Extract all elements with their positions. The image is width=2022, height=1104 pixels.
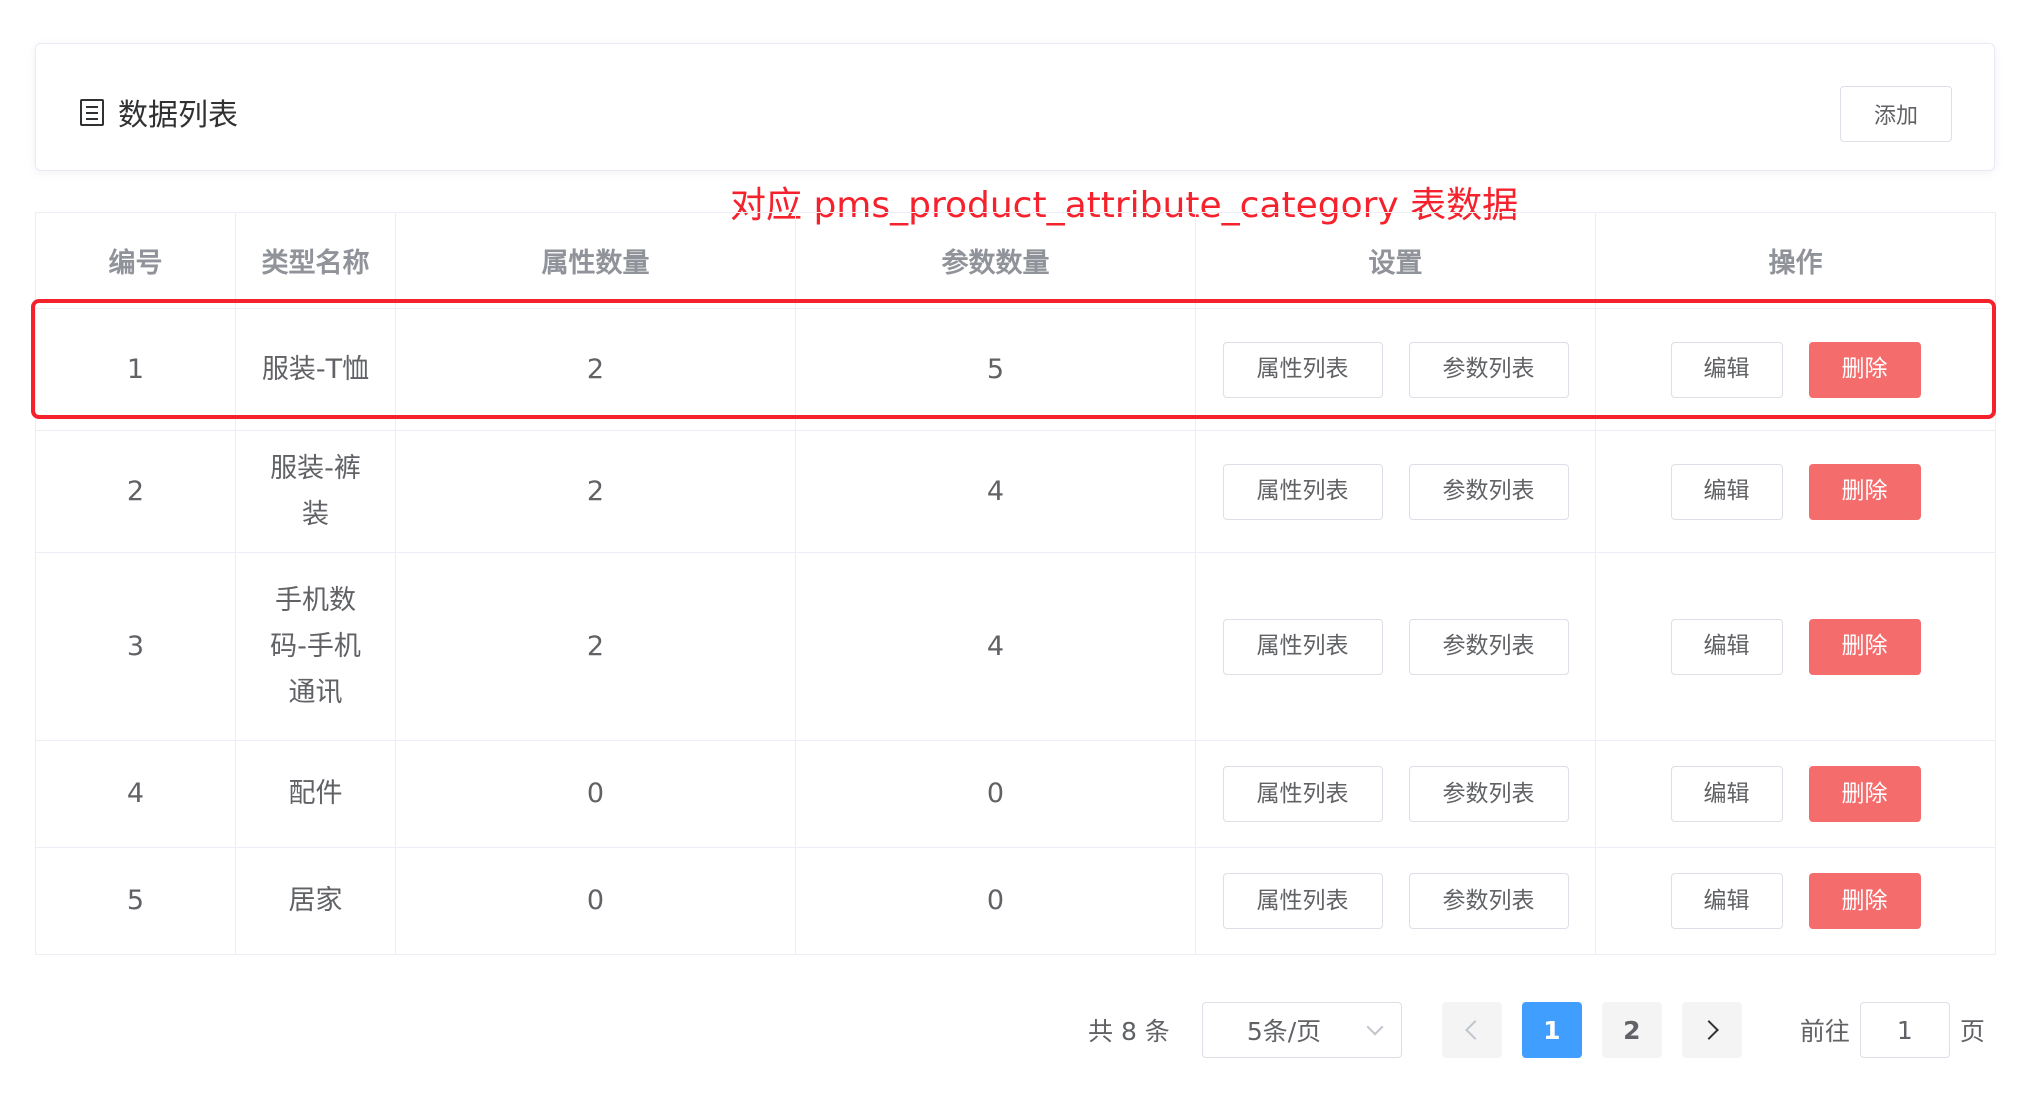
column-header-attr-count: 属性数量 [395,212,796,309]
page-size-value: 5条/页 [1246,1017,1322,1046]
add-button[interactable]: 添加 [1840,86,1952,142]
attr-list-button[interactable]: 属性列表 [1222,341,1383,398]
data-list-header: 数据列表 添加 [35,43,1995,171]
panel-title: 数据列表 [80,90,238,134]
table-row: 3 手机数码-手机通讯 2 4 属性列表 参数列表 编辑 删除 [35,552,1996,741]
param-list-button[interactable]: 参数列表 [1408,618,1569,675]
cell-param-count: 5 [795,308,1196,431]
cell-attr-count: 2 [395,430,796,553]
attr-list-button[interactable]: 属性列表 [1222,463,1383,520]
delete-button[interactable]: 删除 [1808,618,1921,675]
edit-button[interactable]: 编辑 [1670,341,1783,398]
chevron-down-icon [1366,1018,1384,1036]
page-jumper: 前往 1 页 [1800,1002,1985,1058]
attr-list-button[interactable]: 属性列表 [1222,766,1383,822]
cell-param-count: 0 [795,847,1196,955]
list-icon [80,98,104,126]
cell-id: 5 [35,847,236,955]
table-header-row: 编号 类型名称 属性数量 参数数量 设置 操作 [35,212,1996,309]
goto-prefix: 前往 [1799,1017,1850,1046]
cell-param-count: 0 [795,740,1196,848]
attr-list-button[interactable]: 属性列表 [1222,618,1383,675]
table-row: 5 居家 0 0 属性列表 参数列表 编辑 删除 [35,847,1996,955]
chevron-right-icon [1698,1020,1719,1040]
cell-attr-count: 2 [395,308,796,431]
param-list-button[interactable]: 参数列表 [1408,766,1569,822]
column-header-settings: 设置 [1195,212,1596,309]
column-header-name: 类型名称 [235,212,396,309]
goto-suffix: 页 [1959,1017,1985,1046]
cell-attr-count: 2 [395,552,796,741]
column-header-id: 编号 [35,212,236,309]
table-row: 2 服装-裤装 2 4 属性列表 参数列表 编辑 删除 [35,430,1996,553]
pagination: 共 8 条 5条/页 1 2 前往 1 页 [1088,1002,1985,1058]
delete-button[interactable]: 删除 [1808,873,1921,929]
cell-actions: 编辑 删除 [1595,740,1996,848]
cell-actions: 编辑 删除 [1595,552,1996,741]
cell-id: 4 [35,740,236,848]
column-header-actions: 操作 [1595,212,1996,309]
cell-type-name: 手机数码-手机通讯 [235,552,396,741]
edit-button[interactable]: 编辑 [1670,873,1783,929]
delete-button[interactable]: 删除 [1808,766,1921,822]
page-2-button[interactable]: 2 [1601,1002,1662,1058]
attr-list-button[interactable]: 属性列表 [1222,873,1383,929]
cell-settings: 属性列表 参数列表 [1195,740,1596,848]
cell-actions: 编辑 删除 [1595,430,1996,553]
next-page-button[interactable] [1681,1002,1742,1058]
delete-button[interactable]: 删除 [1808,341,1921,398]
edit-button[interactable]: 编辑 [1670,618,1783,675]
page-size-select[interactable]: 5条/页 [1201,1002,1402,1058]
pagination-total: 共 8 条 [1088,1017,1170,1046]
cell-param-count: 4 [795,552,1196,741]
cell-settings: 属性列表 参数列表 [1195,430,1596,553]
prev-page-button[interactable] [1441,1002,1502,1058]
param-list-button[interactable]: 参数列表 [1408,463,1569,520]
column-header-param-count: 参数数量 [795,212,1196,309]
cell-type-name: 配件 [235,740,396,848]
cell-attr-count: 0 [395,847,796,955]
cell-type-name: 居家 [235,847,396,955]
chevron-left-icon [1464,1020,1485,1040]
cell-settings: 属性列表 参数列表 [1195,847,1596,955]
page-1-button[interactable]: 1 [1521,1002,1582,1058]
cell-id: 3 [35,552,236,741]
table-row: 4 配件 0 0 属性列表 参数列表 编辑 删除 [35,740,1996,848]
cell-type-name: 服装-裤装 [235,430,396,553]
cell-param-count: 4 [795,430,1196,553]
edit-button[interactable]: 编辑 [1670,766,1783,822]
cell-actions: 编辑 删除 [1595,308,1996,431]
edit-button[interactable]: 编辑 [1670,463,1783,520]
cell-actions: 编辑 删除 [1595,847,1996,955]
cell-id: 1 [35,308,236,431]
data-table: 编号 类型名称 属性数量 参数数量 设置 操作 1 服装-T恤 2 5 属性列表… [35,212,1996,955]
cell-settings: 属性列表 参数列表 [1195,552,1596,741]
cell-type-name: 服装-T恤 [235,308,396,431]
cell-id: 2 [35,430,236,553]
panel-title-text: 数据列表 [118,98,238,133]
goto-page-input[interactable]: 1 [1859,1002,1950,1058]
param-list-button[interactable]: 参数列表 [1408,873,1569,929]
cell-settings: 属性列表 参数列表 [1195,308,1596,431]
param-list-button[interactable]: 参数列表 [1408,341,1569,398]
table-row: 1 服装-T恤 2 5 属性列表 参数列表 编辑 删除 [35,308,1996,431]
delete-button[interactable]: 删除 [1808,463,1921,520]
cell-attr-count: 0 [395,740,796,848]
